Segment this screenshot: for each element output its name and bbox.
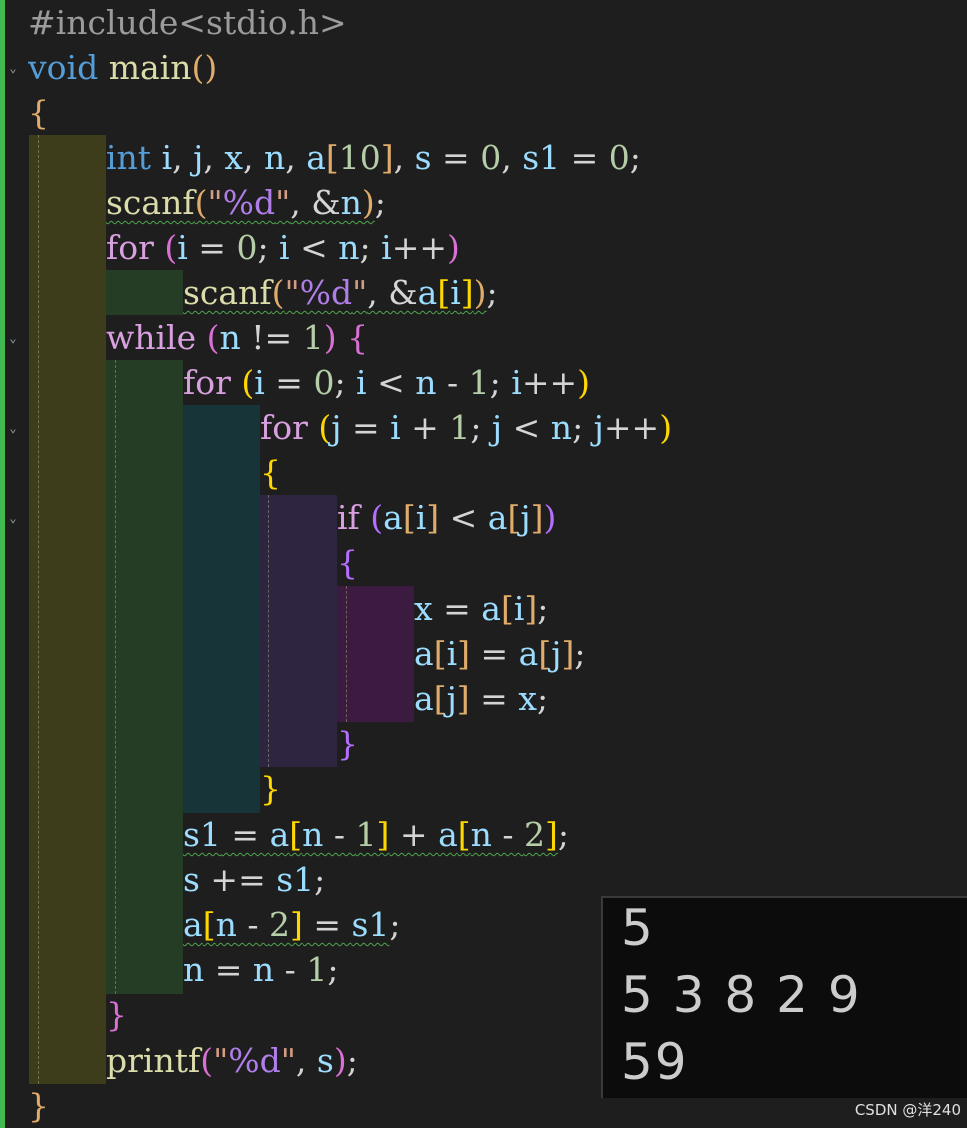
code-line[interactable]: printf("%d", s); [106,1038,358,1083]
indent-band-level3 [183,405,260,813]
indent-guide [115,360,116,994]
code-line[interactable]: a[j] = x; [414,676,548,721]
code-line[interactable]: } [260,766,281,811]
indent-guide [268,495,269,767]
console-line: 59 [621,1033,689,1091]
code-line[interactable]: x = a[i]; [414,586,548,631]
code-line[interactable]: s1 = a[n - 1] + a[n - 2]; [183,812,569,857]
code-line[interactable]: scanf("%d", &a[i]); [183,270,498,315]
indent-band-level4 [260,495,337,767]
code-line[interactable]: a[i] = a[j]; [414,631,585,676]
indent-guide [38,135,39,1084]
code-line[interactable]: #include<stdio.h> [28,0,347,45]
console-line: 5 3 8 2 9 [621,966,862,1024]
code-line[interactable]: a[n - 2] = s1; [183,902,401,947]
code-line[interactable]: for (j = i + 1; j < n; j++) [260,405,672,450]
code-line[interactable]: if (a[i] < a[j]) [337,495,556,540]
code-line[interactable]: scanf("%d", &n); [106,180,386,225]
console-line: 5 [621,899,655,957]
indent-band-level2 [106,270,183,315]
code-line[interactable]: { [260,450,281,495]
indent-band-level1 [29,135,106,1084]
code-line[interactable]: n = n - 1; [183,947,338,992]
change-indicator-bar [0,0,5,1128]
code-line[interactable]: { [337,540,358,585]
code-line[interactable]: { [28,90,49,135]
chevron-down-icon[interactable]: ⌄ [6,61,20,75]
code-line[interactable]: while (n != 1) { [106,315,368,360]
console-output-window: 5 5 3 8 2 9 59 [601,896,967,1098]
chevron-down-icon[interactable]: ⌄ [6,511,20,525]
code-line[interactable]: } [28,1083,49,1128]
chevron-down-icon[interactable]: ⌄ [6,331,20,345]
indent-band-level2 [106,360,183,994]
code-line[interactable]: for (i = 0; i < n; i++) [106,225,460,270]
code-line[interactable]: } [106,992,127,1037]
indent-band-level5 [337,586,414,722]
code-line[interactable]: void main() [28,45,217,90]
watermark: CSDN @洋240 [854,1101,961,1119]
code-line[interactable]: int i, j, x, n, a[10], s = 0, s1 = 0; [106,135,641,180]
code-line[interactable]: } [337,721,358,766]
code-line[interactable]: for (i = 0; i < n - 1; i++) [183,360,590,405]
chevron-down-icon[interactable]: ⌄ [6,421,20,435]
code-line[interactable]: s += s1; [183,857,325,902]
indent-guide [346,586,347,722]
